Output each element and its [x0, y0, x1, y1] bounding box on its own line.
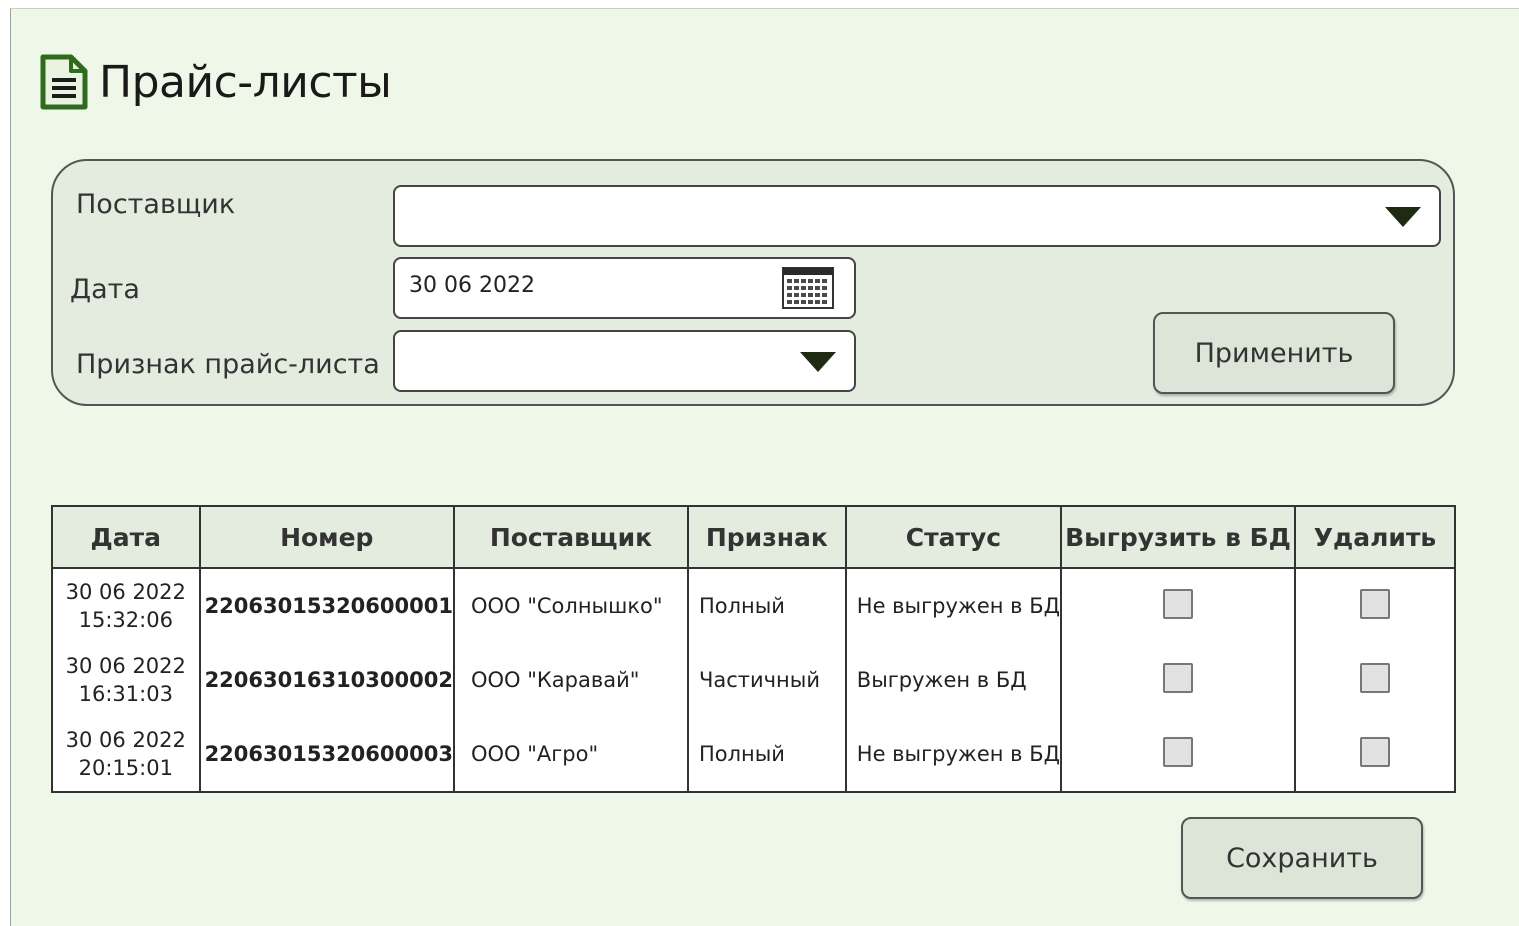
row-supplier[interactable]: ООО "Каравай"	[452, 643, 689, 717]
price-type-dropdown[interactable]	[393, 330, 856, 392]
delete-checkbox[interactable]	[1360, 662, 1391, 693]
row-supplier[interactable]: ООО "Агро"	[452, 717, 689, 793]
row-time: 15:32:06	[78, 608, 173, 632]
row-date: 30 06 2022	[65, 728, 186, 752]
export-checkbox[interactable]	[1163, 736, 1194, 767]
row-number-link[interactable]: 22063016310300002	[198, 643, 455, 717]
document-icon	[39, 53, 89, 111]
row-date-cell: 30 06 2022 20:15:01	[51, 717, 201, 793]
row-type: Частичный	[686, 643, 847, 717]
column-header-type[interactable]: Признак	[686, 505, 847, 569]
chevron-down-icon[interactable]	[1385, 207, 1421, 227]
row-date-cell: 30 06 2022 16:31:03	[51, 643, 201, 717]
row-number-link[interactable]: 22063015320600003	[198, 717, 455, 793]
page-title: Прайс-листы	[99, 56, 392, 108]
row-type: Полный	[686, 717, 847, 793]
filter-panel: Поставщик Дата 30 06 2022 Признак прайс-…	[51, 159, 1455, 406]
row-time: 16:31:03	[78, 682, 173, 706]
date-label: Дата	[70, 274, 140, 305]
price-list-table: Дата Номер Поставщик Признак Статус Выгр…	[51, 505, 1456, 793]
date-value: 30 06 2022	[409, 273, 535, 298]
supplier-dropdown[interactable]	[393, 185, 1441, 247]
row-delete-cell	[1294, 717, 1456, 793]
column-header-delete[interactable]: Удалить	[1294, 505, 1456, 569]
row-status: Не выгружен в БД	[844, 568, 1063, 643]
export-checkbox[interactable]	[1163, 588, 1194, 619]
apply-button[interactable]: Применить	[1153, 312, 1395, 394]
page: Прайс-листы Поставщик Дата 30 06 2022 Пр…	[10, 8, 1519, 926]
chevron-down-icon[interactable]	[800, 352, 836, 372]
row-type: Полный	[686, 568, 847, 643]
title-bar: Прайс-листы	[39, 51, 392, 113]
export-checkbox[interactable]	[1163, 662, 1194, 693]
date-field[interactable]: 30 06 2022	[393, 257, 856, 319]
column-header-date[interactable]: Дата	[51, 505, 201, 569]
row-export-cell	[1060, 717, 1297, 793]
column-header-export[interactable]: Выгрузить в БД	[1060, 505, 1297, 569]
save-button[interactable]: Сохранить	[1181, 817, 1423, 899]
row-export-cell	[1060, 568, 1297, 643]
column-header-supplier[interactable]: Поставщик	[452, 505, 689, 569]
column-header-status[interactable]: Статус	[844, 505, 1063, 569]
row-date: 30 06 2022	[65, 654, 186, 678]
supplier-label: Поставщик	[76, 189, 236, 220]
row-delete-cell	[1294, 568, 1456, 643]
delete-checkbox[interactable]	[1360, 736, 1391, 767]
row-delete-cell	[1294, 643, 1456, 717]
row-export-cell	[1060, 643, 1297, 717]
table-row: 30 06 2022 15:32:06 22063015320600001 ОО…	[51, 568, 1456, 643]
table-header-row: Дата Номер Поставщик Признак Статус Выгр…	[51, 505, 1456, 569]
row-date-cell: 30 06 2022 15:32:06	[51, 568, 201, 643]
row-number-link[interactable]: 22063015320600001	[198, 568, 455, 643]
row-time: 20:15:01	[78, 756, 173, 780]
column-header-number[interactable]: Номер	[198, 505, 455, 569]
row-status: Выгружен в БД	[844, 643, 1063, 717]
row-date: 30 06 2022	[65, 580, 186, 604]
delete-checkbox[interactable]	[1360, 588, 1391, 619]
calendar-icon[interactable]	[782, 267, 834, 313]
row-status: Не выгружен в БД	[844, 717, 1063, 793]
table-row: 30 06 2022 16:31:03 22063016310300002 ОО…	[51, 643, 1456, 717]
row-supplier[interactable]: ООО "Солнышко"	[452, 568, 689, 643]
price-type-label: Признак прайс-листа	[76, 349, 380, 380]
table-row: 30 06 2022 20:15:01 22063015320600003 ОО…	[51, 717, 1456, 793]
